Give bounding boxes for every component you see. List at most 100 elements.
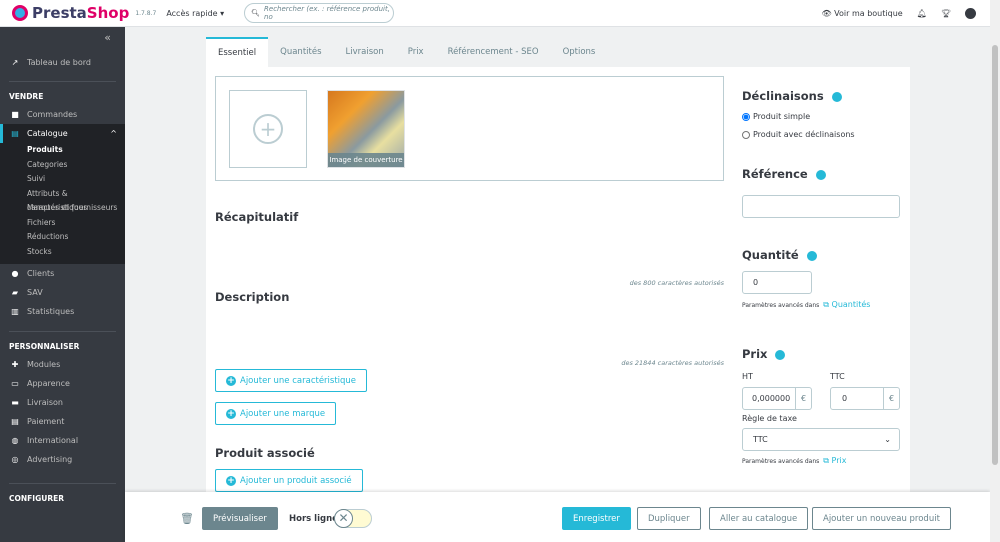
trophy-icon[interactable]: 🏆︎ — [941, 9, 951, 18]
search-input[interactable]: 🔍︎ Rechercher (ex. : référence produit, n… — [244, 3, 395, 23]
chevron-down-icon: ⌄ — [884, 435, 891, 444]
sidebar-item-orders[interactable]: ■ Commandes — [0, 105, 125, 124]
simple-product-radio[interactable]: Produit simple — [742, 112, 810, 121]
reference-heading: Référence — [742, 167, 826, 181]
chevron-up-icon: ^ — [110, 129, 117, 138]
collapse-sidebar-button[interactable]: « — [0, 27, 125, 47]
section-sell: VENDRE — [9, 92, 44, 101]
close-icon: ✕ — [334, 509, 353, 528]
cover-image[interactable]: Image de couverture — [327, 90, 405, 168]
tab-seo[interactable]: Référencement - SEO — [436, 37, 551, 67]
chat-icon: ▰ — [11, 288, 19, 297]
online-toggle[interactable]: ✕ — [334, 509, 372, 528]
quick-access-menu[interactable]: Accès rapide ▾ — [166, 9, 224, 18]
scrollbar[interactable] — [990, 0, 1000, 542]
top-header: PrestaShop 1.7.8.7 Accès rapide ▾ 🔍︎ Rech… — [0, 0, 990, 27]
preview-button[interactable]: Prévisualiser — [202, 507, 278, 530]
summary-heading: Récapitulatif — [215, 210, 299, 224]
prestashop-logo[interactable]: PrestaShop — [12, 4, 129, 22]
add-brand-button[interactable]: + Ajouter une marque — [215, 402, 337, 425]
sidebar-item-international[interactable]: ◍ International — [0, 431, 125, 450]
truck-icon: ▬ — [11, 398, 19, 407]
submenu-files[interactable]: Fichiers — [0, 216, 125, 231]
sidebar-item-support[interactable]: ▰ SAV — [0, 283, 125, 302]
plus-icon: + — [253, 114, 283, 144]
sidebar-item-customers[interactable]: ● Clients — [0, 264, 125, 283]
chart-icon: ▥ — [11, 307, 19, 316]
footer-toolbar: 🗑︎ Prévisualiser Hors ligne ✕ Enregistre… — [125, 492, 990, 542]
tab-essentials[interactable]: Essentiel — [206, 37, 269, 67]
puzzle-icon: ✚ — [11, 360, 19, 369]
sidebar-item-appearance[interactable]: ▭ Apparence — [0, 374, 125, 393]
plus-circle-icon: + — [226, 408, 236, 419]
tax-rule-select[interactable]: TTC ⌄ — [742, 428, 900, 451]
add-related-button[interactable]: + Ajouter un produit associé — [215, 469, 363, 492]
reference-input[interactable] — [742, 195, 900, 218]
tab-pricing[interactable]: Prix — [396, 37, 436, 67]
submenu-discounts[interactable]: Réductions — [0, 230, 125, 245]
offline-label: Hors ligne — [289, 514, 338, 524]
sidebar: « ↗ Tableau de bord VENDRE ■ Commandes ▤ Ca… — [0, 27, 125, 542]
basket-icon: ■ — [11, 110, 19, 119]
plus-circle-icon: + — [226, 375, 236, 386]
submenu-attributes[interactable]: Attributs & caractéristiques — [0, 187, 125, 213]
info-icon[interactable] — [815, 169, 826, 180]
advertising-icon: ◎ — [11, 455, 19, 464]
monitor-icon: ▭ — [11, 379, 19, 388]
sidebar-item-stats[interactable]: ▥ Statistiques — [0, 302, 125, 321]
logo-icon — [12, 5, 28, 21]
tab-quantities[interactable]: Quantités — [268, 37, 333, 67]
submenu-categories[interactable]: Categories — [0, 158, 125, 173]
go-to-catalog-button[interactable]: Aller au catalogue — [709, 507, 809, 530]
sidebar-item-catalog[interactable]: ▤ Catalogue ^ — [0, 124, 125, 143]
catalog-submenu: Produits Categories Suivi Attributs & ca… — [0, 143, 125, 264]
section-configure: CONFIGURER — [9, 494, 64, 503]
add-image-button[interactable]: + — [229, 90, 307, 168]
globe-icon: ◍ — [11, 436, 19, 445]
scrollbar-thumb[interactable] — [992, 45, 998, 465]
quantity-heading: Quantité — [742, 248, 817, 262]
summary-char-hint: des 800 caractères autorisés — [629, 279, 724, 287]
info-icon[interactable] — [775, 349, 786, 360]
price-link[interactable]: ⧉ Prix — [823, 456, 846, 466]
sidebar-item-modules[interactable]: ✚ Modules — [0, 355, 125, 374]
submenu-stocks[interactable]: Stocks — [0, 245, 125, 260]
trash-icon[interactable]: 🗑︎ — [180, 512, 194, 525]
trend-icon: ↗ — [11, 58, 19, 67]
quantities-link[interactable]: ⧉ Quantités — [823, 300, 870, 310]
add-new-product-button[interactable]: Ajouter un nouveau produit — [812, 507, 951, 530]
info-icon[interactable] — [831, 91, 842, 102]
description-char-hint: des 21844 caractères autorisés — [621, 359, 724, 367]
related-heading: Produit associé — [215, 446, 315, 460]
price-ttc-input[interactable]: 0 € — [830, 387, 900, 410]
product-tabs: Essentiel Quantités Livraison Prix Référ… — [206, 37, 607, 67]
add-feature-button[interactable]: + Ajouter une caractéristique — [215, 369, 368, 392]
account-icon[interactable] — [965, 7, 976, 19]
combinations-radio[interactable]: Produit avec déclinaisons — [742, 130, 855, 139]
tab-options[interactable]: Options — [551, 37, 608, 67]
cover-label: Image de couverture — [328, 153, 404, 167]
search-icon: 🔍︎ — [251, 9, 261, 17]
product-form: + Image de couverture Récapitulatif des … — [206, 67, 910, 497]
section-customize: PERSONNALISER — [9, 342, 80, 351]
submenu-brands[interactable]: Marques et fournisseurs — [0, 201, 125, 216]
eye-icon: 👁︎ — [821, 8, 832, 18]
sidebar-item-dashboard[interactable]: ↗ Tableau de bord — [0, 53, 125, 72]
sidebar-item-shipping[interactable]: ▬ Livraison — [0, 393, 125, 412]
price-ht-input[interactable]: 0,000000 € — [742, 387, 812, 410]
info-icon[interactable] — [806, 250, 817, 261]
submenu-products[interactable]: Produits — [0, 143, 125, 158]
quantity-input[interactable]: 0 — [742, 271, 812, 294]
submenu-monitoring[interactable]: Suivi — [0, 172, 125, 187]
view-shop-link[interactable]: 👁︎ Voir ma boutique — [821, 9, 902, 18]
price-heading: Prix — [742, 347, 786, 361]
tab-shipping[interactable]: Livraison — [334, 37, 396, 67]
save-button[interactable]: Enregistrer — [562, 507, 631, 530]
bell-icon[interactable]: 🔔︎ — [917, 9, 927, 18]
plus-circle-icon: + — [226, 475, 236, 486]
description-heading: Description — [215, 290, 290, 304]
duplicate-button[interactable]: Dupliquer — [637, 507, 701, 530]
sidebar-item-payment[interactable]: ▤ Paiement — [0, 412, 125, 431]
sidebar-item-advertising[interactable]: ◎ Advertising — [0, 450, 125, 469]
image-dropzone: + Image de couverture — [215, 76, 724, 181]
